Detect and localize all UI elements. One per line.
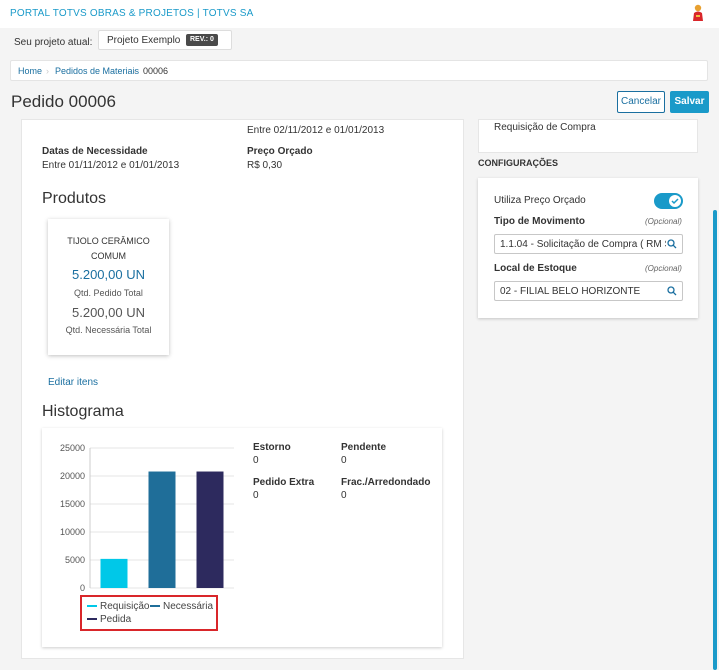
preco-orcado-value: R$ 0,30 xyxy=(247,160,283,171)
product-name-line2: COMUM xyxy=(91,251,126,261)
local-estoque-label: Local de Estoque xyxy=(494,263,577,274)
breadcrumb-separator: › xyxy=(133,66,136,76)
y-tick-label: 20000 xyxy=(60,471,85,481)
local-estoque-value: 02 - FILIAL BELO HORIZONTE xyxy=(500,286,641,297)
tipo-movimento-optional: (Opcional) xyxy=(645,217,682,226)
local-estoque-optional: (Opcional) xyxy=(645,264,682,273)
stat-pendente-label: Pendente xyxy=(341,442,387,453)
legend-item-requisicao[interactable]: Requisição xyxy=(87,601,149,612)
stat-pedido-extra-value: 0 xyxy=(253,490,259,501)
page-title: Pedido 00006 xyxy=(11,92,116,111)
histogram-chart: 0 5000 10000 15000 20000 25000 xyxy=(60,443,234,593)
tipo-pedido-value: Requisição de Compra xyxy=(494,122,596,133)
scrollbar[interactable] xyxy=(713,210,717,670)
preco-orcado-label: Preço Orçado xyxy=(247,146,313,157)
y-tick-label: 25000 xyxy=(60,443,85,453)
project-label: Seu projeto atual: xyxy=(14,37,93,48)
tipo-movimento-field[interactable]: 1.1.04 - Solicitação de Compra ( RM Sc xyxy=(494,234,683,254)
histograma-heading: Histograma xyxy=(42,403,124,420)
tipo-movimento-label: Tipo de Movimento xyxy=(494,216,585,227)
y-tick-label: 5000 xyxy=(65,555,85,565)
save-button[interactable]: Salvar xyxy=(670,91,709,113)
legend-label: Requisição xyxy=(100,601,150,612)
breadcrumb-separator: › xyxy=(46,66,49,76)
product-name-line1: TIJOLO CERÂMICO xyxy=(67,236,150,246)
y-tick-label: 10000 xyxy=(60,527,85,537)
portal-title: PORTAL TOTVS OBRAS & PROJETOS | TOTVS SA xyxy=(10,8,254,19)
search-icon[interactable] xyxy=(667,286,677,296)
user-avatar-icon[interactable] xyxy=(690,3,706,23)
bar-requisicao[interactable] xyxy=(100,558,128,588)
utiliza-preco-toggle[interactable] xyxy=(654,193,683,209)
product-name: TIJOLO CERÂMICO COMUM xyxy=(48,234,169,264)
stat-pendente-value: 0 xyxy=(341,455,347,466)
project-bar: Seu projeto atual: Projeto Exemplo REV.:… xyxy=(0,28,719,54)
date-range-top: Entre 02/11/2012 e 01/01/2013 xyxy=(247,125,385,136)
legend-swatch xyxy=(87,605,97,608)
legend-item-pedida[interactable]: Pedida xyxy=(87,614,131,625)
chart-legend: Requisição Necessária Pedida xyxy=(80,595,218,631)
datas-necessidade-label: Datas de Necessidade xyxy=(42,146,148,157)
stat-frac-label: Frac./Arredondado xyxy=(341,477,431,488)
product-card[interactable]: TIJOLO CERÂMICO COMUM 5.200,00 UN Qtd. P… xyxy=(48,219,169,355)
qty-pedido-total: 5.200,00 UN xyxy=(72,267,145,282)
stat-estorno-label: Estorno xyxy=(253,442,291,453)
toggle-knob xyxy=(669,195,681,207)
y-tick-label: 0 xyxy=(80,583,85,593)
legend-label: Pedida xyxy=(100,614,132,625)
stat-frac-value: 0 xyxy=(341,490,347,501)
search-icon[interactable] xyxy=(667,239,677,249)
legend-swatch xyxy=(150,605,160,608)
stat-pedido-extra-label: Pedido Extra xyxy=(253,477,315,488)
legend-swatch xyxy=(87,618,97,621)
bar-necessaria[interactable] xyxy=(148,471,176,588)
datas-necessidade-value: Entre 01/11/2012 e 01/01/2013 xyxy=(42,160,180,171)
breadcrumb: Home › Pedidos de Materiais › 00006 xyxy=(10,60,708,81)
edit-items-link[interactable]: Editar itens xyxy=(48,377,98,388)
qty-pedido-label: Qtd. Pedido Total xyxy=(74,288,143,298)
y-tick-label: 15000 xyxy=(60,499,85,509)
bar-pedida[interactable] xyxy=(196,471,224,588)
qty-necessaria-total: 5.200,00 UN xyxy=(72,305,145,320)
cancel-button[interactable]: Cancelar xyxy=(617,91,665,113)
produtos-heading: Produtos xyxy=(42,190,107,207)
legend-item-necessaria[interactable]: Necessária xyxy=(150,601,213,612)
qty-necessaria-label: Qtd. Necessária Total xyxy=(65,325,152,335)
configuracoes-heading: CONFIGURAÇÕES xyxy=(478,158,559,168)
project-name: Projeto Exemplo xyxy=(107,35,181,46)
tipo-movimento-value: 1.1.04 - Solicitação de Compra ( RM Sc xyxy=(500,239,666,250)
revision-badge: REV.: 0 xyxy=(186,34,218,46)
project-selector[interactable]: Projeto Exemplo REV.: 0 xyxy=(98,30,232,50)
top-bar: PORTAL TOTVS OBRAS & PROJETOS | TOTVS SA xyxy=(0,0,719,28)
stat-estorno-value: 0 xyxy=(253,455,259,466)
breadcrumb-home[interactable]: Home xyxy=(18,66,42,76)
legend-label: Necessária xyxy=(163,601,214,612)
breadcrumb-current: 00006 xyxy=(143,66,169,76)
check-icon xyxy=(671,198,679,205)
local-estoque-field[interactable]: 02 - FILIAL BELO HORIZONTE xyxy=(494,281,683,301)
breadcrumb-pedidos[interactable]: Pedidos de Materiais xyxy=(55,66,139,76)
utiliza-preco-label: Utiliza Preço Orçado xyxy=(494,195,586,206)
